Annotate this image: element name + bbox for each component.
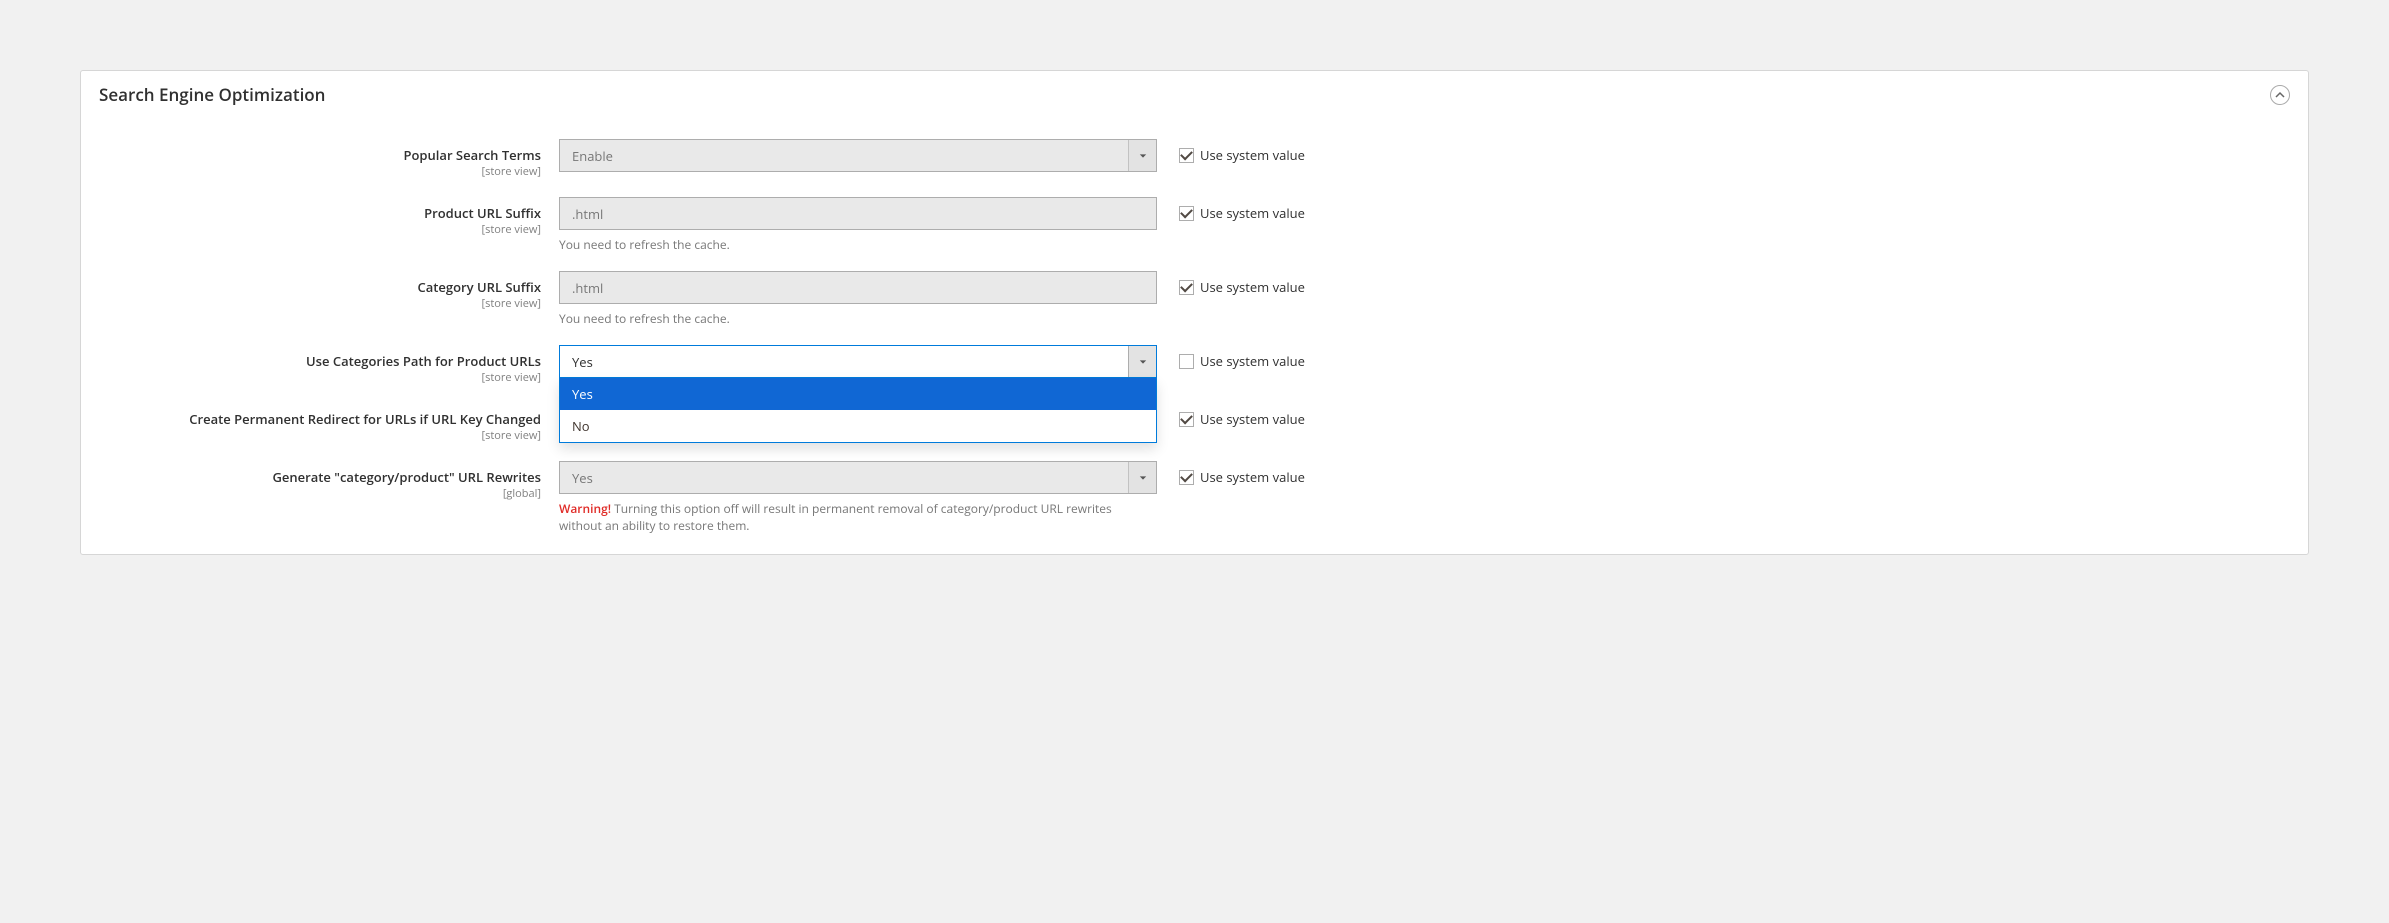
popular-search-terms-select: Enable (559, 139, 1157, 172)
dropdown-list: Yes No (559, 378, 1157, 443)
use-system-checkbox[interactable] (1179, 206, 1194, 221)
generate-rewrites-select: Yes (559, 461, 1157, 494)
chevron-down-icon (1139, 358, 1147, 366)
chevron-down-icon (1139, 474, 1147, 482)
label-text: Category URL Suffix (99, 278, 541, 296)
row-create-redirect: Create Permanent Redirect for URLs if UR… (99, 403, 2290, 443)
row-popular-search-terms: Popular Search Terms [store view] Enable… (99, 139, 2290, 179)
use-system-label: Use system value (1200, 410, 1305, 428)
warning-text: Warning! Turning this option off will re… (559, 500, 1157, 534)
row-use-categories-path: Use Categories Path for Product URLs [st… (99, 345, 2290, 385)
field-side: Use system value (1157, 139, 1305, 164)
hint-text: You need to refresh the cache. (559, 310, 1157, 327)
label-text: Product URL Suffix (99, 204, 541, 222)
field-label: Use Categories Path for Product URLs [st… (99, 345, 559, 385)
warning-prefix: Warning! (559, 500, 611, 517)
scope-text: [store view] (99, 222, 541, 237)
scope-text: [store view] (99, 428, 541, 443)
scope-text: [store view] (99, 370, 541, 385)
category-url-suffix-input (559, 271, 1157, 304)
select-value: Enable (560, 147, 1128, 165)
select-value: Yes (560, 353, 1128, 371)
label-text: Popular Search Terms (99, 146, 541, 164)
field-label: Category URL Suffix [store view] (99, 271, 559, 311)
select-value: Yes (560, 469, 1128, 487)
use-system-label: Use system value (1200, 352, 1305, 370)
warning-body: Turning this option off will result in p… (559, 500, 1112, 534)
product-url-suffix-input (559, 197, 1157, 230)
field-control: Enable (559, 139, 1157, 172)
row-generate-rewrites: Generate "category/product" URL Rewrites… (99, 461, 2290, 534)
panel-header: Search Engine Optimization (81, 71, 2308, 114)
label-text: Create Permanent Redirect for URLs if UR… (99, 410, 541, 428)
field-control: Yes Warning! Turning this option off wil… (559, 461, 1157, 534)
use-system-checkbox[interactable] (1179, 354, 1194, 369)
panel-body: Popular Search Terms [store view] Enable… (81, 114, 2308, 554)
use-system-label: Use system value (1200, 204, 1305, 222)
seo-panel: Search Engine Optimization Popular Searc… (80, 70, 2309, 555)
field-label: Generate "category/product" URL Rewrites… (99, 461, 559, 501)
hint-text: You need to refresh the cache. (559, 236, 1157, 253)
label-text: Generate "category/product" URL Rewrites (99, 468, 541, 486)
use-system-checkbox[interactable] (1179, 280, 1194, 295)
field-label: Product URL Suffix [store view] (99, 197, 559, 237)
field-label: Popular Search Terms [store view] (99, 139, 559, 179)
row-category-url-suffix: Category URL Suffix [store view] You nee… (99, 271, 2290, 327)
row-product-url-suffix: Product URL Suffix [store view] You need… (99, 197, 2290, 253)
use-system-checkbox[interactable] (1179, 470, 1194, 485)
chevron-down-icon (1139, 152, 1147, 160)
dropdown-option-no[interactable]: No (560, 410, 1156, 442)
field-side: Use system value (1157, 271, 1305, 296)
field-control: You need to refresh the cache. (559, 271, 1157, 327)
field-side: Use system value (1157, 403, 1305, 428)
chevron-up-icon (2275, 90, 2285, 100)
use-system-label: Use system value (1200, 146, 1305, 164)
field-side: Use system value (1157, 461, 1305, 486)
field-label: Create Permanent Redirect for URLs if UR… (99, 403, 559, 443)
use-system-checkbox[interactable] (1179, 412, 1194, 427)
field-control: You need to refresh the cache. (559, 197, 1157, 253)
dropdown-arrow[interactable] (1128, 346, 1156, 377)
dropdown-option-yes[interactable]: Yes (560, 378, 1156, 410)
field-side: Use system value (1157, 345, 1305, 370)
collapse-toggle[interactable] (2270, 85, 2290, 105)
label-text: Use Categories Path for Product URLs (99, 352, 541, 370)
use-system-label: Use system value (1200, 278, 1305, 296)
field-side: Use system value (1157, 197, 1305, 222)
dropdown-arrow (1128, 140, 1156, 171)
field-control: Yes Yes No (559, 345, 1157, 378)
panel-title: Search Engine Optimization (99, 83, 325, 106)
scope-text: [store view] (99, 164, 541, 179)
scope-text: [store view] (99, 296, 541, 311)
scope-text: [global] (99, 486, 541, 501)
use-system-checkbox[interactable] (1179, 148, 1194, 163)
dropdown-arrow (1128, 462, 1156, 493)
use-categories-path-select[interactable]: Yes (559, 345, 1157, 378)
use-system-label: Use system value (1200, 468, 1305, 486)
